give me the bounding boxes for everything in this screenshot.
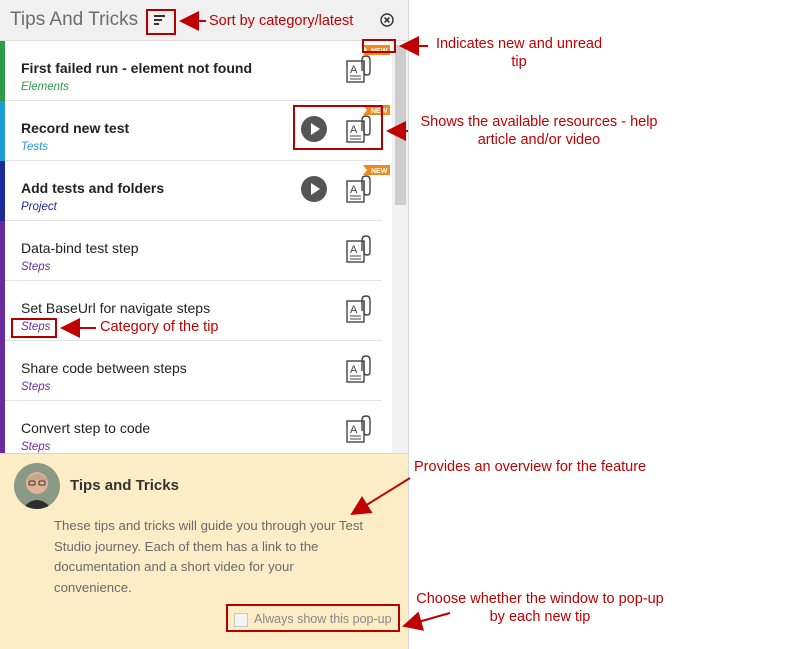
tip-row[interactable]: Add tests and folders Project A: [0, 161, 382, 221]
screenshot-stage: Tips And Tricks First failed run - eleme…: [0, 0, 811, 649]
svg-text:A: A: [350, 184, 358, 196]
tip-title: Record new test: [21, 120, 130, 136]
tip-category: Tests: [21, 141, 49, 153]
annotation-category: Category of the tip: [100, 319, 219, 335]
category-color-bar: [0, 41, 5, 101]
annotation-sort: Sort by category/latest: [209, 13, 354, 29]
tip-title: Convert step to code: [21, 420, 151, 436]
new-tip-badge: NEW: [363, 162, 390, 175]
tip-title: First failed run - element not found: [21, 60, 252, 76]
tip-category: Steps: [21, 261, 51, 273]
tip-row[interactable]: Convert step to code Steps A: [0, 401, 382, 453]
panel-title: Tips And Tricks: [10, 9, 139, 30]
help-article-icon[interactable]: A: [345, 355, 373, 385]
tip-row[interactable]: Share code between steps Steps A: [0, 341, 382, 401]
tip-list: First failed run - element not found Elem…: [0, 41, 408, 453]
new-badge-label: NEW: [371, 168, 388, 175]
tip-title: Add tests and folders: [21, 180, 165, 196]
annotation-popup: Choose whether the window to pop-up by e…: [416, 591, 664, 625]
category-color-bar: [0, 101, 5, 161]
tip-row[interactable]: Data-bind test step Steps A: [0, 221, 382, 281]
scrollbar-thumb[interactable]: [395, 45, 406, 205]
svg-text:A: A: [350, 424, 358, 436]
category-color-bar: [0, 221, 5, 281]
svg-text:A: A: [350, 364, 358, 376]
tip-category: Steps: [21, 381, 51, 393]
avatar: [14, 463, 60, 509]
category-color-bar: [0, 401, 5, 453]
category-color-bar: [0, 281, 5, 341]
help-article-icon[interactable]: A: [345, 175, 373, 205]
footer-description: These tips and tricks will guide you thr…: [54, 518, 364, 595]
svg-text:A: A: [350, 64, 358, 76]
help-article-icon[interactable]: A: [345, 55, 373, 85]
svg-text:A: A: [350, 244, 358, 256]
close-icon[interactable]: [380, 13, 394, 27]
svg-text:A: A: [350, 304, 358, 316]
tip-category: Steps: [21, 441, 51, 453]
annotation-overview: Provides an overview for the feature: [414, 459, 647, 475]
annotation-box-new: [362, 39, 396, 53]
annotation-resources: Shows the available resources - help art…: [420, 114, 658, 148]
category-color-bar: [0, 341, 5, 401]
tip-category: Project: [21, 201, 57, 213]
tip-title: Data-bind test step: [21, 240, 139, 256]
tip-row[interactable]: First failed run - element not found Elem…: [0, 41, 382, 101]
annotation-box-popup: [226, 604, 400, 632]
tip-title: Share code between steps: [21, 360, 187, 376]
annotation-box-sort: [146, 9, 176, 35]
help-article-icon[interactable]: A: [345, 295, 373, 325]
annotation-new-tip: Indicates new and unread tip: [435, 36, 603, 70]
help-article-icon[interactable]: A: [345, 235, 373, 265]
help-article-icon[interactable]: A: [345, 415, 373, 445]
tip-category: Elements: [21, 81, 69, 93]
tip-title: Set BaseUrl for navigate steps: [21, 300, 211, 316]
footer-title: Tips and Tricks: [70, 477, 179, 494]
annotation-box-resources: [293, 105, 383, 150]
play-video-icon[interactable]: [300, 175, 328, 203]
annotation-box-category: [11, 318, 57, 338]
category-color-bar: [0, 161, 5, 221]
